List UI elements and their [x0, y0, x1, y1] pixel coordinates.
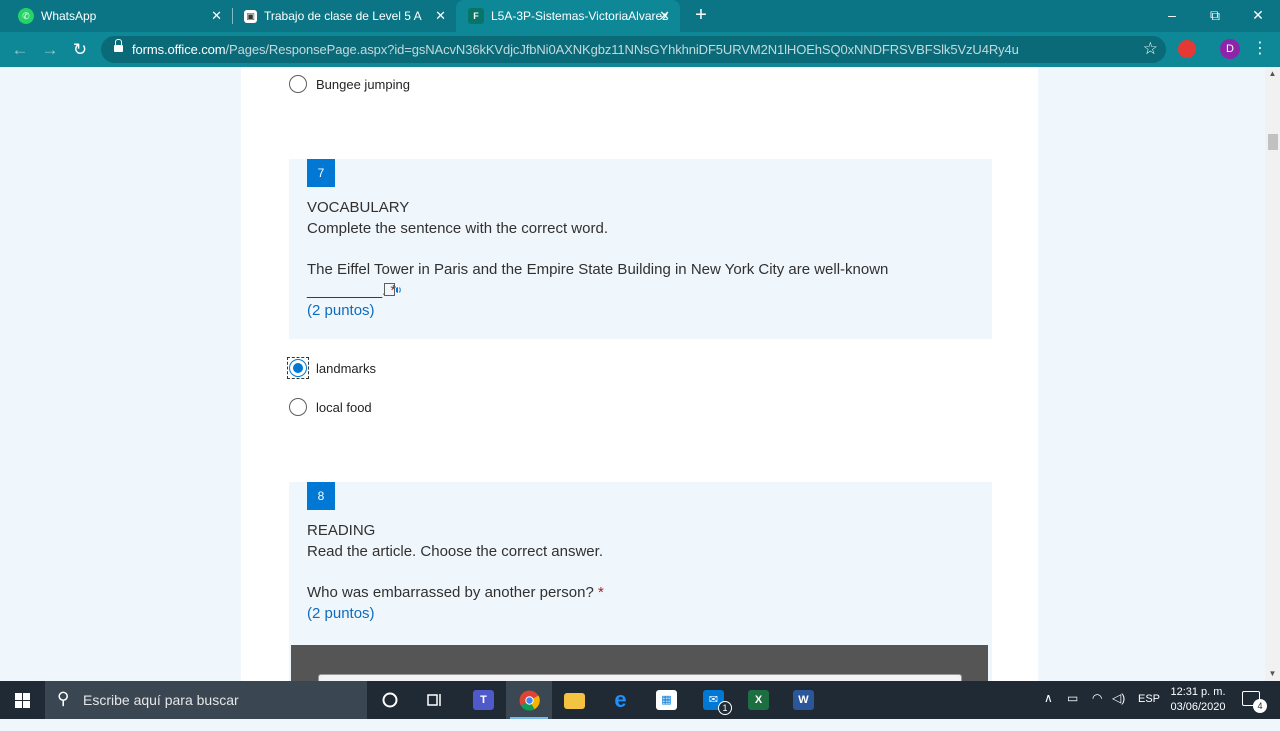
search-icon: ⚲	[57, 689, 70, 708]
question-text: Who was embarrassed by another person? *	[307, 584, 604, 601]
new-tab-button[interactable]: +	[690, 4, 712, 26]
whatsapp-icon: ✆	[18, 8, 34, 24]
show-hidden-icons[interactable]: ∧	[1044, 691, 1053, 729]
search-placeholder: Escribe aquí para buscar	[83, 692, 239, 708]
volume-icon[interactable]: ◁)	[1112, 691, 1125, 729]
battery-icon[interactable]: ▭	[1067, 691, 1078, 729]
extension-icon[interactable]	[1178, 40, 1196, 58]
required-mark: *	[598, 584, 604, 601]
start-button[interactable]	[0, 681, 45, 719]
question-blank: _________.	[307, 282, 387, 299]
question-points: (2 puntos)	[307, 302, 375, 319]
close-tab-icon[interactable]: ✕	[211, 8, 222, 24]
file-explorer-button[interactable]	[551, 681, 597, 719]
minimize-button[interactable]: –	[1150, 0, 1194, 32]
question-instruction: Read the article. Choose the correct ans…	[307, 543, 603, 560]
tab-title: WhatsApp	[41, 9, 97, 23]
question-number: 7	[307, 159, 335, 187]
windows-taskbar: ⚲ Escribe aquí para buscar T e ▦ ✉ 1 X W…	[0, 681, 1280, 719]
store-icon: ▦	[656, 690, 677, 710]
article-image-content	[318, 674, 962, 681]
question-points: (2 puntos)	[307, 605, 375, 622]
question-7: 7 VOCABULARY Complete the sentence with …	[289, 159, 992, 339]
wifi-icon[interactable]: ◠	[1092, 691, 1102, 729]
browser-menu-icon[interactable]: ⋮	[1252, 38, 1268, 60]
task-view-icon	[427, 694, 441, 706]
address-bar[interactable]: forms.office.com/Pages/ResponsePage.aspx…	[101, 36, 1166, 63]
question-sentence: The Eiffel Tower in Paris and the Empire…	[307, 261, 889, 278]
scroll-up-arrow[interactable]: ▲	[1265, 67, 1280, 81]
page-scrollbar[interactable]: ▲ ▼	[1265, 67, 1280, 681]
browser-tab-strip: ✆ WhatsApp ✕ ▣ Trabajo de clase de Level…	[0, 0, 1280, 32]
article-image	[291, 645, 988, 681]
clock-time: 12:31 p. m.	[1170, 686, 1226, 698]
browser-toolbar: ← → ↻ forms.office.com/Pages/ResponsePag…	[0, 32, 1280, 67]
bookmark-star-icon[interactable]: ☆	[1143, 39, 1158, 59]
mail-badge: 1	[718, 701, 732, 715]
excel-button[interactable]: X	[735, 681, 781, 719]
option-label: Bungee jumping	[316, 77, 410, 92]
store-button[interactable]: ▦	[643, 681, 689, 719]
option-label: landmarks	[316, 361, 376, 376]
tab-whatsapp[interactable]: ✆ WhatsApp ✕	[0, 0, 232, 32]
option-label: local food	[316, 400, 372, 415]
language-indicator[interactable]: ESP	[1138, 693, 1160, 731]
windows-logo-icon	[15, 693, 30, 708]
restore-button[interactable]: ⧉	[1193, 0, 1237, 32]
classroom-icon: ▣	[244, 9, 257, 23]
close-window-button[interactable]: ✕	[1236, 0, 1280, 32]
forward-button[interactable]: →	[38, 38, 62, 62]
chrome-button[interactable]	[506, 681, 552, 719]
tab-title: L5A-3P-Sistemas-VictoriaAlvarez	[491, 9, 669, 23]
edge-button[interactable]: e	[597, 681, 643, 719]
edge-icon: e	[614, 687, 627, 712]
teams-icon: T	[473, 690, 494, 710]
close-tab-icon[interactable]: ✕	[659, 8, 670, 24]
tab-title: Trabajo de clase de Level 5 A	[264, 9, 422, 23]
question-section: VOCABULARY	[307, 199, 410, 216]
cortana-button[interactable]	[367, 681, 413, 719]
teams-button[interactable]: T	[460, 681, 506, 719]
word-button[interactable]: W	[780, 681, 826, 719]
clock-date: 03/06/2020	[1170, 701, 1226, 713]
forms-icon: F	[468, 8, 484, 24]
radio-landmarks[interactable]	[289, 359, 307, 377]
cortana-icon	[382, 692, 398, 708]
scroll-down-arrow[interactable]: ▼	[1265, 667, 1280, 681]
mail-button[interactable]: ✉ 1	[690, 681, 736, 719]
chrome-icon	[519, 690, 540, 711]
reload-button[interactable]: ↻	[68, 38, 92, 62]
form-page: Bungee jumping 7 VOCABULARY Complete the…	[0, 67, 1265, 681]
radio-bungee-jumping[interactable]	[289, 75, 307, 93]
word-icon: W	[793, 690, 814, 710]
question-blank-line: _________. *	[307, 282, 396, 299]
notification-center-icon[interactable]: 4	[1242, 691, 1267, 713]
lock-icon	[114, 39, 123, 54]
back-button[interactable]: ←	[8, 38, 32, 62]
task-view-button[interactable]	[412, 681, 458, 719]
tab-forms[interactable]: F L5A-3P-Sistemas-VictoriaAlvarez ✕	[456, 0, 680, 32]
form-card: Bungee jumping 7 VOCABULARY Complete the…	[241, 67, 1038, 681]
taskbar-search[interactable]: ⚲ Escribe aquí para buscar	[45, 681, 367, 719]
question-section: READING	[307, 522, 376, 539]
notification-count: 4	[1253, 699, 1267, 713]
immersive-reader-icon[interactable]	[384, 283, 402, 297]
tab-classroom[interactable]: ▣ Trabajo de clase de Level 5 A ✕	[226, 0, 456, 32]
profile-avatar[interactable]: D	[1220, 39, 1240, 59]
excel-icon: X	[748, 690, 769, 710]
radio-local-food[interactable]	[289, 398, 307, 416]
scroll-thumb[interactable]	[1268, 134, 1278, 150]
taskbar-clock[interactable]: 12:31 p. m. 03/06/2020	[1160, 685, 1236, 715]
question-number: 8	[307, 482, 335, 510]
url-text: forms.office.com/Pages/ResponsePage.aspx…	[132, 42, 1019, 57]
question-instruction: Complete the sentence with the correct w…	[307, 220, 608, 237]
close-tab-icon[interactable]: ✕	[435, 8, 446, 24]
file-explorer-icon	[564, 693, 585, 709]
